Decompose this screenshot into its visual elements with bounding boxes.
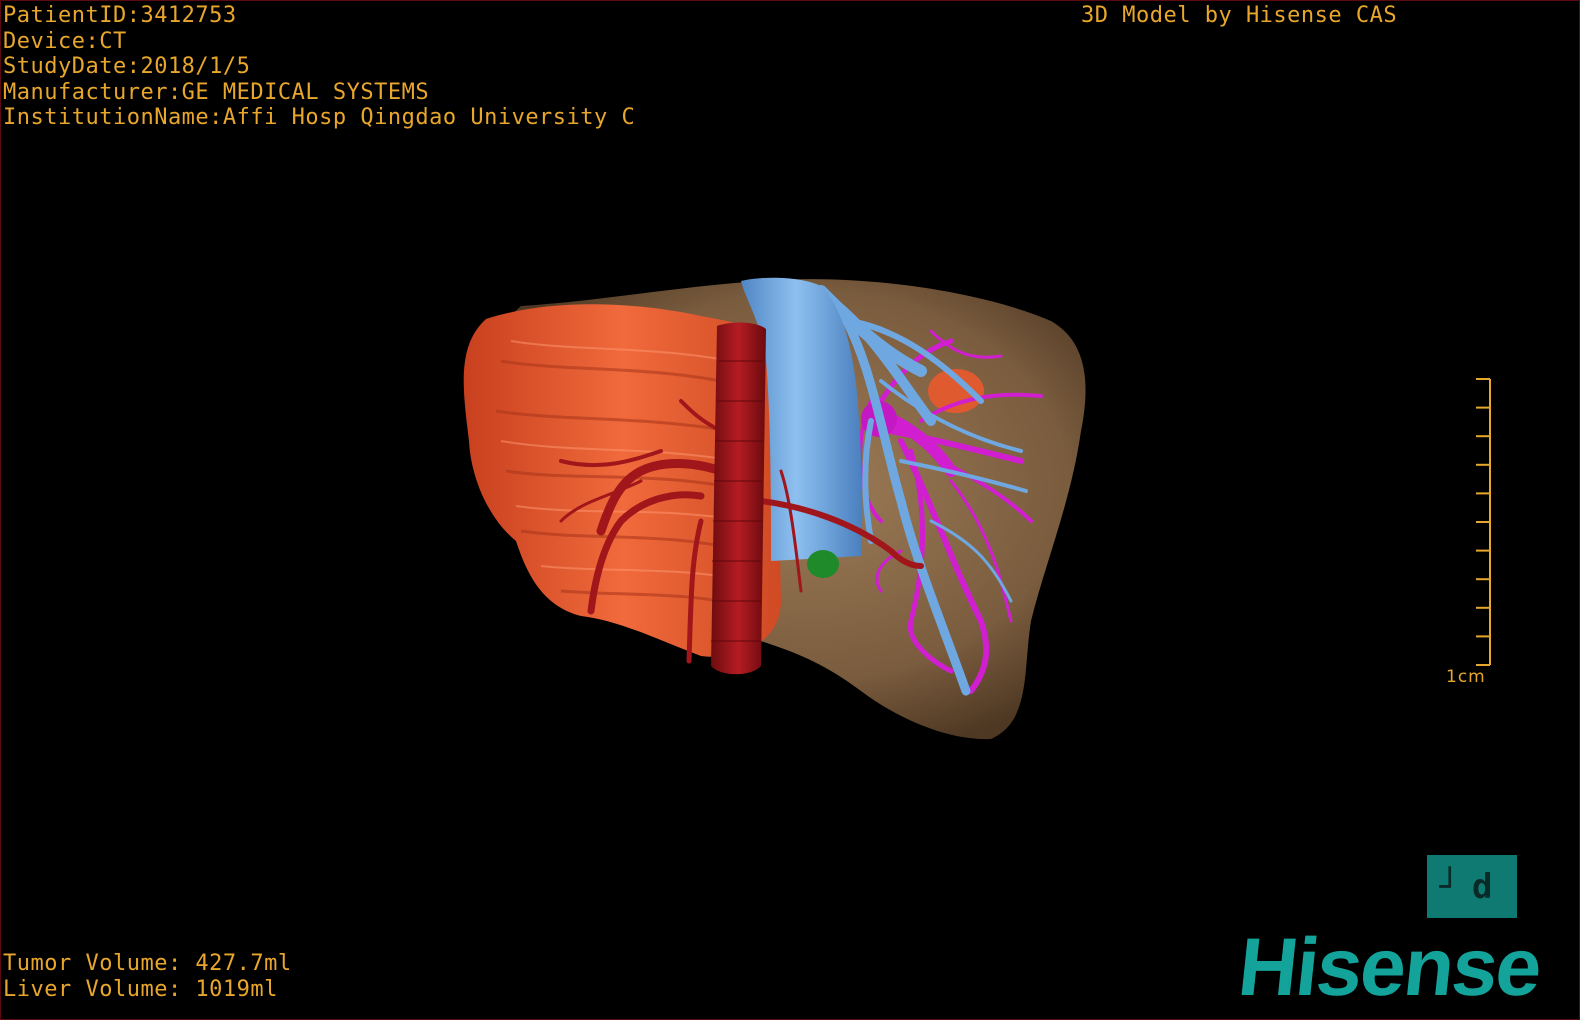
orientation-marker[interactable]: ┘d <box>1427 855 1517 918</box>
aorta <box>711 322 766 675</box>
patient-info-overlay: PatientID:3412753 Device:CT StudyDate:2018… <box>3 3 635 131</box>
institution-label: InstitutionName:Affi Hosp Qingdao Univer… <box>3 105 636 130</box>
scale-bar-label: 1cm <box>1446 667 1486 687</box>
3d-render-viewport[interactable]: PatientID:3412753 Device:CT StudyDate:2018… <box>0 0 1580 1020</box>
volume-overlay: Tumor Volume: 427.7ml Liver Volume: 1019m… <box>3 951 292 1002</box>
tumor-volume-label: Tumor Volume: 427.7ml <box>3 951 292 976</box>
liver-3d-model[interactable] <box>1 1 1579 1019</box>
study-date-label: StudyDate:2018/1/5 <box>3 54 251 79</box>
orientation-glyph: ┘d <box>1439 866 1505 907</box>
patient-id-label: PatientID:3412753 <box>3 3 237 28</box>
scale-bar <box>1476 378 1491 666</box>
liver-volume-label: Liver Volume: 1019ml <box>3 976 278 1002</box>
device-label: Device:CT <box>3 28 127 54</box>
hisense-logo: Hisense <box>1234 922 1545 1013</box>
model-credit-label: 3D Model by Hisense CAS <box>1081 3 1398 28</box>
manufacturer-label: Manufacturer:GE MEDICAL SYSTEMS <box>3 79 430 105</box>
gallbladder <box>807 550 839 578</box>
